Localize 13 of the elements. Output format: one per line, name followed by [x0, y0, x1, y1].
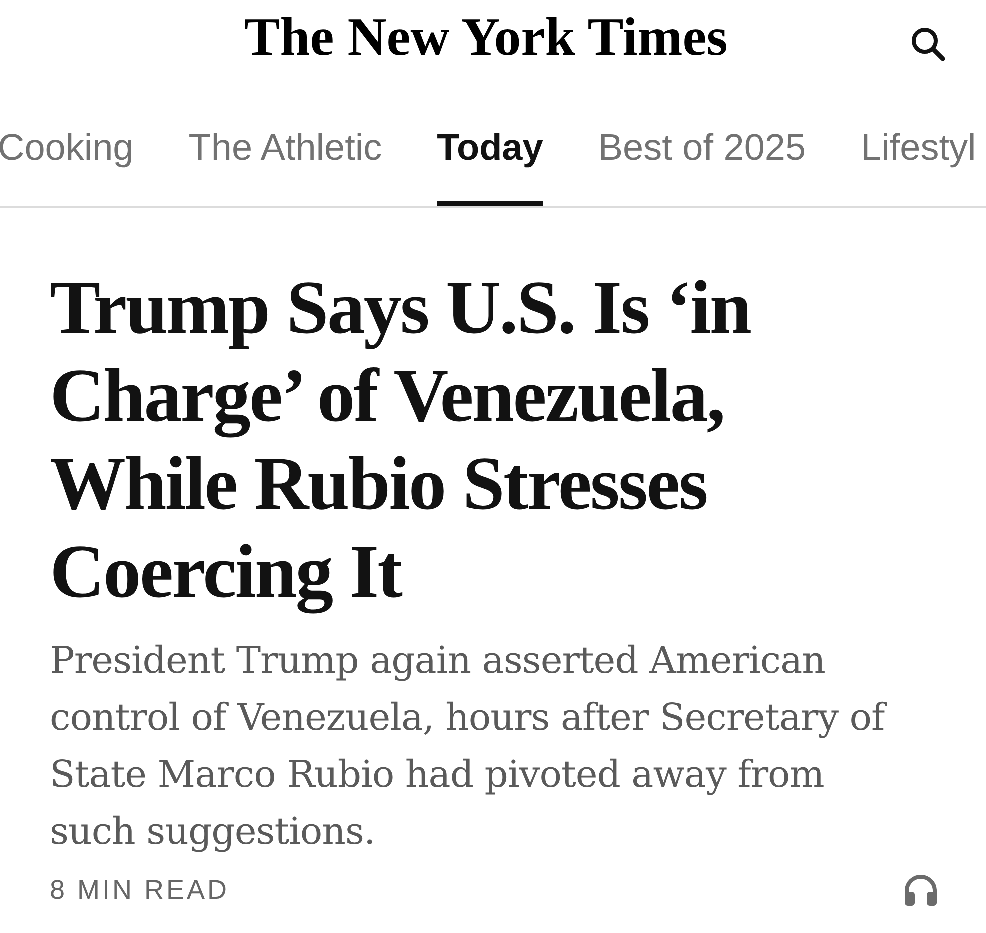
nav-tab[interactable]: Cooking: [0, 127, 134, 206]
nav-tab[interactable]: Lifestyl: [861, 127, 976, 206]
search-button[interactable]: [910, 26, 946, 62]
nav-tab[interactable]: The Athletic: [188, 127, 382, 206]
nav-tab[interactable]: Best of 2025: [598, 127, 806, 206]
article-headline[interactable]: Trump Says U.S. Is ‘in Charge’ of Venezuela, While Rubio Stresses Coercing It: [50, 264, 850, 616]
listen-button[interactable]: [904, 874, 938, 906]
article-summary: President Trump again asserted American control of Venezuela, hours after Secretary of State Marco Rubio had pivoted away from such suggestions.: [50, 632, 902, 860]
read-time: 8 MIN READ: [50, 874, 230, 906]
nav-tab[interactable]: Today: [437, 127, 544, 206]
masthead-logo[interactable]: The New York Times: [244, 7, 728, 67]
headphones-icon: [904, 874, 938, 906]
search-icon: [910, 26, 946, 62]
